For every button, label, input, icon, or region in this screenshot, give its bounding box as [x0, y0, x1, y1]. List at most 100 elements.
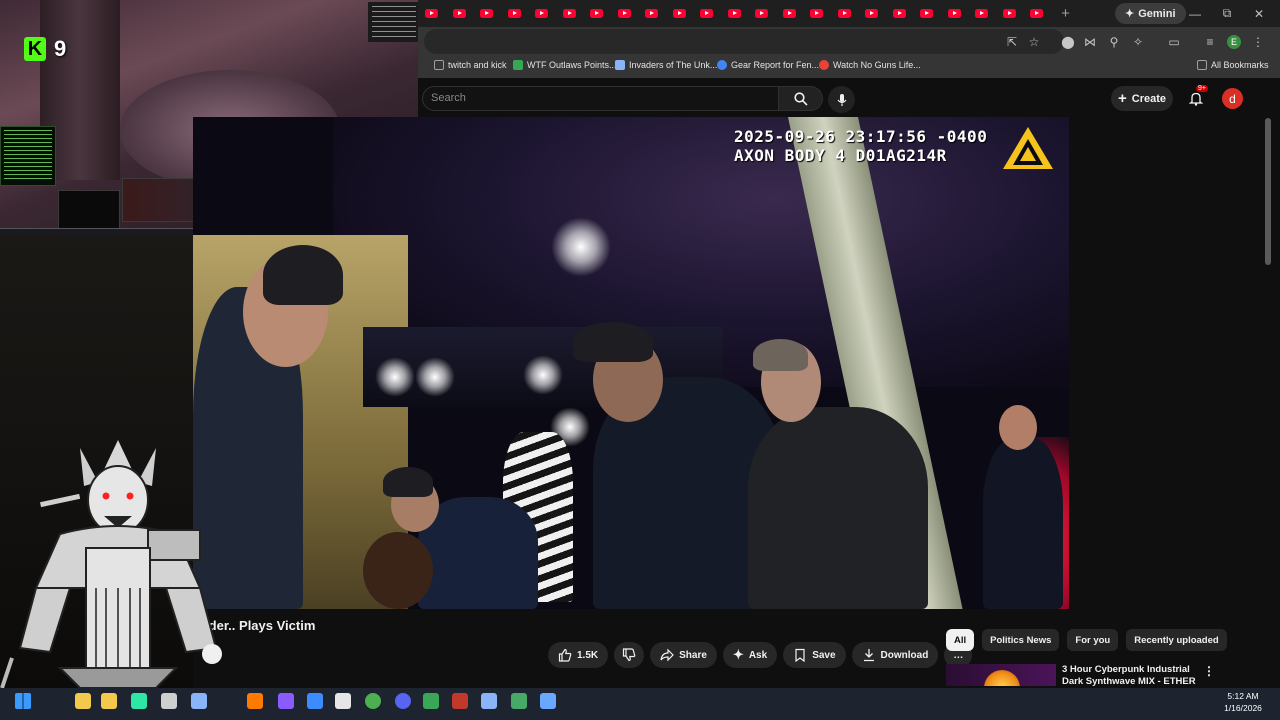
- all-bookmarks-button[interactable]: All Bookmarks: [1197, 60, 1269, 70]
- youtube-favicon-icon: [782, 9, 796, 18]
- search-button[interactable]: [779, 86, 823, 111]
- bookmark-item[interactable]: Gear Report for Fen...: [717, 60, 819, 70]
- save-label: Save: [812, 649, 836, 661]
- page-scrollbar[interactable]: [1265, 118, 1271, 265]
- browser-tab[interactable]: [941, 0, 969, 27]
- extension-icon[interactable]: ⋈: [1080, 32, 1100, 52]
- bookmark-label: Invaders of The Unk...: [629, 60, 718, 70]
- browser-tab[interactable]: [858, 0, 886, 27]
- app-icon-glyph: [278, 693, 294, 709]
- like-button[interactable]: 1.5K: [548, 642, 609, 668]
- restore-button[interactable]: ⧉: [1212, 0, 1242, 27]
- browser-tab[interactable]: [693, 0, 721, 27]
- app-icon[interactable]: [128, 690, 150, 712]
- install-app-icon[interactable]: ⇱: [1002, 32, 1022, 52]
- search-input[interactable]: Search: [422, 86, 779, 111]
- youtube-favicon-icon: [1030, 9, 1044, 18]
- browser-tab[interactable]: [996, 0, 1024, 27]
- notifications-button[interactable]: 9+: [1186, 85, 1208, 108]
- ask-button[interactable]: ✦ Ask: [722, 642, 778, 668]
- download-icon: [863, 649, 874, 662]
- recommendation-menu-icon[interactable]: ⋮: [1203, 664, 1215, 678]
- extension-icon[interactable]: ⚲: [1104, 32, 1124, 52]
- bookmark-label: WTF Outlaws Points...: [527, 60, 617, 70]
- system-clock[interactable]: 5:12 AM 1/16/2026: [1215, 690, 1271, 714]
- extension-icon[interactable]: ⬤: [1058, 32, 1078, 52]
- browser-tab[interactable]: [501, 0, 529, 27]
- chip-all[interactable]: All: [946, 629, 975, 651]
- account-avatar[interactable]: d: [1222, 88, 1243, 109]
- browser-tab[interactable]: [418, 0, 446, 27]
- obs-icon[interactable]: [158, 690, 180, 712]
- browser-tab[interactable]: [611, 0, 639, 27]
- bookmark-item[interactable]: Watch No Guns Life...: [819, 60, 921, 70]
- browser-tab[interactable]: [446, 0, 474, 27]
- youtube-favicon-icon: [700, 9, 714, 18]
- all-bookmarks-label: All Bookmarks: [1211, 60, 1269, 70]
- vlc-icon-glyph: [247, 693, 263, 709]
- recommendation-title[interactable]: 3 Hour Cyberpunk Industrial Dark Synthwa…: [1062, 664, 1197, 686]
- browser-tab[interactable]: [666, 0, 694, 27]
- youtube-favicon-icon: [837, 9, 851, 18]
- create-button[interactable]: + Create: [1111, 86, 1173, 111]
- discord-icon[interactable]: [392, 690, 414, 712]
- browser-tab[interactable]: [1023, 0, 1051, 27]
- browser-tab[interactable]: [528, 0, 556, 27]
- browser-tab[interactable]: [886, 0, 914, 27]
- browser-tab[interactable]: [776, 0, 804, 27]
- folder-icon[interactable]: [98, 690, 120, 712]
- media-controls-icon[interactable]: ≡: [1200, 32, 1220, 52]
- browser-tab[interactable]: [638, 0, 666, 27]
- chip-recently-uploaded[interactable]: Recently uploaded: [1126, 629, 1227, 651]
- save-button[interactable]: Save: [783, 642, 846, 668]
- voice-search-button[interactable]: [828, 86, 855, 113]
- browser-tab[interactable]: [473, 0, 501, 27]
- app-icon[interactable]: [449, 690, 471, 712]
- app-icon[interactable]: [537, 690, 559, 712]
- minimize-button[interactable]: —: [1180, 0, 1210, 27]
- bookmark-item[interactable]: WTF Outlaws Points...: [513, 60, 617, 70]
- windows-start-icon[interactable]: [12, 690, 34, 712]
- browser-tab[interactable]: [556, 0, 584, 27]
- chip-politics-news[interactable]: Politics News: [982, 629, 1060, 651]
- dislike-button[interactable]: [614, 642, 645, 668]
- kick-viewer-badge: K 9: [24, 36, 66, 62]
- share-button[interactable]: Share: [650, 642, 717, 668]
- download-button[interactable]: Download: [851, 642, 939, 668]
- address-bar[interactable]: [424, 29, 1064, 54]
- profile-button[interactable]: E: [1224, 32, 1244, 52]
- settings-icon[interactable]: [478, 690, 500, 712]
- bookmark-item[interactable]: twitch and kick: [434, 60, 507, 70]
- browser-tab[interactable]: [748, 0, 776, 27]
- app-icon[interactable]: [275, 690, 297, 712]
- game-objectives-panel: [368, 2, 420, 42]
- bookmark-item[interactable]: Invaders of The Unk...: [615, 60, 717, 70]
- app-icon[interactable]: [420, 690, 442, 712]
- gemini-button[interactable]: ✦ Gemini: [1115, 3, 1186, 24]
- chrome-icon[interactable]: [362, 690, 384, 712]
- app-icon[interactable]: [332, 690, 354, 712]
- bookmark-star-icon[interactable]: ☆: [1024, 32, 1044, 52]
- file-explorer-icon[interactable]: [72, 690, 94, 712]
- recommendation-thumbnail[interactable]: [946, 664, 1056, 686]
- app-icon[interactable]: [304, 690, 326, 712]
- browser-tab[interactable]: [913, 0, 941, 27]
- settings-icon-glyph: [481, 693, 497, 709]
- tab-search-icon[interactable]: ▭: [1164, 32, 1184, 52]
- browser-tab[interactable]: [803, 0, 831, 27]
- chip-for-you[interactable]: For you: [1067, 629, 1119, 651]
- vlc-icon[interactable]: [244, 690, 266, 712]
- browser-tab[interactable]: [721, 0, 749, 27]
- video-person-head: [999, 405, 1037, 450]
- browser-tab[interactable]: [831, 0, 859, 27]
- close-window-button[interactable]: ✕: [1244, 0, 1274, 27]
- axon-logo-icon: [1003, 127, 1053, 169]
- browser-tab[interactable]: [968, 0, 996, 27]
- browser-tab[interactable]: [583, 0, 611, 27]
- app-icon[interactable]: [508, 690, 530, 712]
- chrome-menu-icon[interactable]: ⋮: [1248, 32, 1268, 52]
- extensions-puzzle-icon[interactable]: ✧: [1128, 32, 1148, 52]
- video-player[interactable]: 2025-09-26 23:17:56 -0400 AXON BODY 4 D0…: [193, 117, 1069, 609]
- new-tab-button[interactable]: +: [1055, 5, 1077, 22]
- settings-icon[interactable]: [188, 690, 210, 712]
